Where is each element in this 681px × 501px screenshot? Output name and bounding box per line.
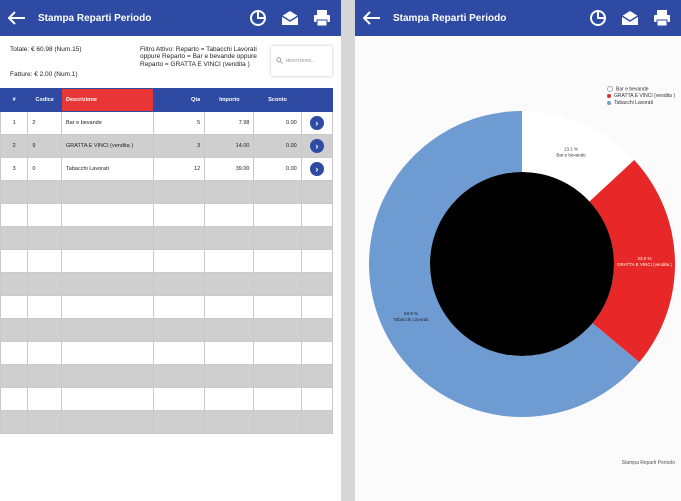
cell-index: 3 (0, 157, 29, 181)
arrow-right-icon: › (309, 162, 324, 176)
col-action (300, 88, 334, 112)
empty-row (0, 226, 334, 250)
row-detail-button[interactable]: › (300, 157, 334, 181)
cell-index: 2 (0, 134, 29, 158)
summary-area: Totale: € 60.98 (Num.15) Fatture: € 2.00… (0, 36, 341, 88)
cell-codice: 0 (27, 157, 63, 181)
chart-footer: Stampa Reparti Periodo (621, 460, 675, 466)
arrow-right-icon: › (309, 139, 324, 153)
empty-row (0, 341, 334, 365)
col-descrizione: Descrizione (61, 88, 155, 112)
slice-category-label: GRATTA E VINCI (vendita ) (617, 262, 672, 267)
slice-category-label: Bar e bevande (556, 153, 586, 158)
fatture-text: Fatture: € 2.00 (Num.1) (10, 71, 78, 78)
donut-hole (430, 172, 614, 356)
empty-row (0, 387, 334, 411)
cell-descrizione: Bar e bevande (61, 111, 155, 135)
empty-row (0, 364, 334, 388)
table-header: # Codice Descrizione Qta Importo Sconto (0, 88, 334, 112)
totale-text: Totale: € 60.98 (Num.15) (10, 46, 82, 53)
row-detail-button[interactable]: › (300, 134, 334, 158)
table-toggle-icon[interactable] (585, 5, 611, 31)
cell-qta: 3 (153, 134, 206, 158)
cell-importo: 7.98 (204, 111, 255, 135)
row-detail-button[interactable]: › (300, 111, 334, 135)
cell-codice: 9 (27, 134, 63, 158)
cell-index: 1 (0, 111, 29, 135)
slice-value-label: 23.0 % (637, 256, 651, 261)
search-field[interactable]: descrizione.. (271, 46, 332, 76)
cell-importo: 14.00 (204, 134, 255, 158)
arrow-right-icon: › (309, 116, 324, 130)
slice-value-label: 63.9 % (404, 311, 418, 316)
empty-row (0, 410, 334, 434)
cell-importo: 39.00 (204, 157, 255, 181)
col-qta: Qta (153, 88, 206, 112)
cell-sconto: 0.00 (253, 157, 302, 181)
table-row[interactable]: 3 0 Tabacchi Lavorati 12 39.00 0.00 › (0, 157, 334, 181)
cell-sconto: 0.00 (253, 134, 302, 158)
slice-category-label: Tabacchi Lavorati (393, 317, 428, 322)
col-index: # (0, 88, 29, 112)
print-icon[interactable] (649, 5, 675, 31)
col-importo: Importo (204, 88, 255, 112)
chart-panel: Stampa Reparti Periodo Bar e bevande GRA… (355, 0, 681, 501)
col-codice: Codice (27, 88, 63, 112)
search-placeholder: descrizione.. (286, 58, 315, 64)
email-icon[interactable] (617, 5, 643, 31)
table-row[interactable]: 1 2 Bar e bevande 5 7.98 0.00 › (0, 111, 334, 135)
app-title: Stampa Reparti Periodo (38, 12, 152, 24)
chart-toggle-icon[interactable] (245, 5, 271, 31)
report-table-panel: Stampa Reparti Periodo Totale: € 60.98 (… (0, 0, 341, 501)
back-arrow-icon[interactable] (0, 0, 34, 36)
back-arrow-icon[interactable] (355, 0, 389, 36)
donut-chart: 13.1 %Bar e bevande 23.0 %GRATTA E VINCI … (369, 110, 675, 418)
filter-text: Filtro Attivo: Reparto = Tabacchi Lavora… (140, 46, 257, 68)
empty-row (0, 180, 334, 204)
app-bar: Stampa Reparti Periodo (355, 0, 681, 36)
cell-descrizione: GRATTA E VINCI (vendita ) (61, 134, 155, 158)
cell-sconto: 0.00 (253, 111, 302, 135)
search-icon (276, 56, 283, 66)
empty-row (0, 272, 334, 296)
cell-qta: 12 (153, 157, 206, 181)
email-icon[interactable] (277, 5, 303, 31)
cell-descrizione: Tabacchi Lavorati (61, 157, 155, 181)
cell-codice: 2 (27, 111, 63, 135)
table-row[interactable]: 2 9 GRATTA E VINCI (vendita ) 3 14.00 0.… (0, 134, 334, 158)
empty-row (0, 203, 334, 227)
empty-row (0, 318, 334, 342)
report-table: # Codice Descrizione Qta Importo Sconto … (0, 88, 334, 434)
slice-value-label: 13.1 % (564, 147, 578, 152)
app-bar: Stampa Reparti Periodo (0, 0, 341, 36)
print-icon[interactable] (309, 5, 335, 31)
col-sconto: Sconto (253, 88, 302, 112)
empty-row (0, 249, 334, 273)
app-title: Stampa Reparti Periodo (393, 12, 507, 24)
empty-row (0, 295, 334, 319)
cell-qta: 5 (153, 111, 206, 135)
